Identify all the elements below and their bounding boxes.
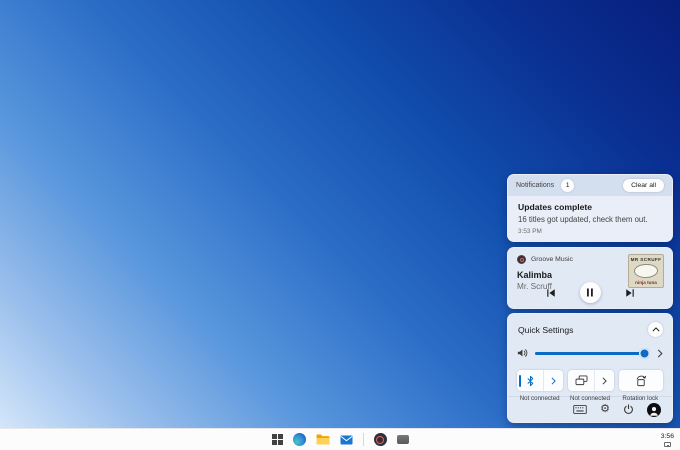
pause-icon bbox=[587, 288, 593, 297]
chevron-right-icon bbox=[551, 376, 556, 385]
cast-button[interactable] bbox=[568, 370, 614, 391]
speaker-icon bbox=[517, 349, 528, 357]
volume-slider[interactable] bbox=[535, 347, 651, 359]
cast-icon bbox=[575, 375, 587, 386]
quick-settings-footer: ⚙ bbox=[508, 396, 672, 422]
bluetooth-expand-button[interactable] bbox=[543, 370, 563, 391]
keyboard-icon[interactable] bbox=[573, 405, 587, 414]
notification-body: 16 titles got updated, check them out. bbox=[518, 215, 648, 224]
volume-slider-thumb[interactable] bbox=[639, 347, 651, 359]
groove-music-icon bbox=[373, 433, 387, 446]
rotation-lock-button[interactable] bbox=[619, 370, 663, 391]
taskbar: 3:56 bbox=[0, 428, 680, 450]
taskbar-separator bbox=[362, 433, 364, 446]
notifications-count-badge: 1 bbox=[561, 179, 575, 192]
previous-track-icon bbox=[546, 288, 555, 297]
media-controls bbox=[508, 282, 672, 303]
power-icon[interactable] bbox=[623, 404, 634, 415]
chevron-right-icon bbox=[602, 376, 607, 385]
settings-gear-icon[interactable]: ⚙ bbox=[600, 404, 610, 415]
taskbar-file-explorer-button[interactable] bbox=[316, 434, 330, 445]
mail-icon bbox=[340, 435, 352, 444]
tray-status-icon[interactable] bbox=[663, 442, 671, 447]
active-indicator bbox=[518, 374, 521, 387]
taskbar-groove-music-button[interactable] bbox=[373, 433, 387, 446]
system-tray[interactable]: 3:56 bbox=[661, 429, 674, 450]
taskbar-edge-button[interactable] bbox=[292, 433, 306, 446]
album-art-top-text: MR SCRUFF bbox=[630, 257, 662, 262]
chevron-up-icon bbox=[651, 327, 660, 332]
album-art-blob bbox=[634, 264, 658, 278]
groove-music-icon bbox=[517, 255, 526, 264]
start-button[interactable] bbox=[271, 434, 283, 445]
quick-settings-header: Quick Settings bbox=[508, 314, 672, 337]
bluetooth-icon bbox=[527, 375, 533, 386]
volume-row bbox=[508, 346, 672, 360]
quick-settings-card: Quick Settings Not connected Not connect… bbox=[507, 313, 673, 423]
media-app-name: Groove Music bbox=[531, 256, 573, 263]
file-explorer-icon bbox=[316, 434, 329, 445]
taskbar-app-window-button[interactable] bbox=[396, 435, 409, 444]
taskbar-mail-button[interactable] bbox=[340, 435, 353, 445]
app-window-icon bbox=[396, 435, 409, 444]
pause-button[interactable] bbox=[579, 282, 601, 303]
next-track-icon bbox=[625, 288, 634, 297]
cast-expand-button[interactable] bbox=[594, 370, 614, 391]
collapse-button[interactable] bbox=[648, 322, 663, 337]
edge-icon bbox=[292, 433, 306, 446]
bluetooth-button[interactable] bbox=[517, 370, 563, 391]
next-track-button[interactable] bbox=[625, 288, 635, 298]
quick-settings-buttons bbox=[508, 370, 672, 391]
previous-track-button[interactable] bbox=[546, 288, 556, 298]
media-player-card: Groove Music Kalimba Mr. Scruff MR SCRUF… bbox=[507, 247, 673, 309]
user-icon bbox=[650, 406, 658, 416]
notifications-card: Notifications 1 Clear all Updates comple… bbox=[507, 174, 673, 242]
volume-expand-chevron-icon[interactable] bbox=[657, 349, 663, 358]
notifications-header: Notifications 1 Clear all bbox=[508, 175, 672, 196]
rotation-lock-icon bbox=[636, 375, 647, 386]
quick-settings-title: Quick Settings bbox=[518, 324, 574, 335]
notification-timestamp: 3:53 PM bbox=[518, 228, 542, 235]
windows-logo-icon bbox=[271, 434, 283, 445]
notification-item[interactable]: Updates complete 16 titles got updated, … bbox=[508, 196, 672, 241]
user-avatar[interactable] bbox=[647, 402, 661, 417]
desktop: Notifications 1 Clear all Updates comple… bbox=[0, 0, 680, 450]
volume-slider-fill bbox=[535, 351, 646, 355]
notification-title: Updates complete bbox=[518, 202, 593, 212]
clear-all-button[interactable]: Clear all bbox=[623, 179, 664, 192]
notifications-title: Notifications bbox=[516, 182, 555, 189]
clock[interactable]: 3:56 bbox=[661, 433, 674, 441]
